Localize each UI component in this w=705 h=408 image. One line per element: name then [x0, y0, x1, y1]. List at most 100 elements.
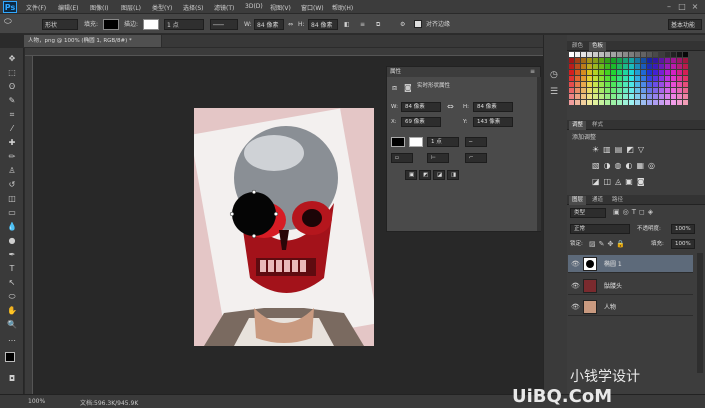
color-swatch[interactable]: [617, 94, 622, 99]
color-swatch[interactable]: [605, 82, 610, 87]
color-swatch[interactable]: [617, 100, 622, 105]
stamp-tool-icon[interactable]: ♙: [6, 166, 18, 176]
color-swatch[interactable]: [623, 70, 628, 75]
color-swatch[interactable]: [683, 100, 688, 105]
color-swatch[interactable]: [569, 64, 574, 69]
color-swatch[interactable]: [635, 58, 640, 63]
color-swatch[interactable]: [677, 82, 682, 87]
color-swatch[interactable]: [617, 52, 622, 57]
color-swatch[interactable]: [653, 52, 658, 57]
color-swatch[interactable]: [587, 58, 592, 63]
mask-properties-icon[interactable]: ◙: [404, 83, 412, 92]
adjustment-icons-row-2[interactable]: ▧◑◍◐▦◎: [592, 161, 659, 170]
color-swatch[interactable]: [677, 88, 682, 93]
more-tools-icon[interactable]: …: [6, 334, 18, 344]
color-swatch[interactable]: [623, 64, 628, 69]
crop-tool-icon[interactable]: ⌗: [6, 110, 18, 120]
color-swatch[interactable]: [629, 94, 634, 99]
tab-color[interactable]: 颜色: [569, 42, 586, 51]
visibility-eye-icon[interactable]: 👁: [571, 303, 580, 311]
color-swatch[interactable]: [677, 70, 682, 75]
color-swatch[interactable]: [683, 58, 688, 63]
color-swatch[interactable]: [587, 82, 592, 87]
color-swatch[interactable]: [575, 82, 580, 87]
workspace-select[interactable]: 基本功能: [668, 19, 702, 30]
color-swatch[interactable]: [641, 88, 646, 93]
color-swatch[interactable]: [629, 100, 634, 105]
color-swatch[interactable]: [641, 76, 646, 81]
color-swatch[interactable]: [629, 76, 634, 81]
color-swatch[interactable]: [665, 58, 670, 63]
props-fill-swatch[interactable]: [391, 137, 405, 147]
color-swatch[interactable]: [581, 52, 586, 57]
color-swatch[interactable]: [617, 82, 622, 87]
color-swatch[interactable]: [575, 58, 580, 63]
color-swatch[interactable]: [629, 64, 634, 69]
color-swatch[interactable]: [629, 52, 634, 57]
color-swatch[interactable]: [569, 52, 574, 57]
color-swatch[interactable]: [569, 82, 574, 87]
color-swatch[interactable]: [617, 76, 622, 81]
color-swatch[interactable]: [593, 88, 598, 93]
props-height-field[interactable]: 84 像素: [473, 102, 513, 112]
color-swatch[interactable]: [575, 100, 580, 105]
color-swatch[interactable]: [635, 70, 640, 75]
color-swatch[interactable]: [635, 100, 640, 105]
color-swatch[interactable]: [575, 70, 580, 75]
color-swatch[interactable]: [581, 94, 586, 99]
adjustment-icons-row-3[interactable]: ◪◫◬▣◙: [592, 177, 649, 186]
color-swatch[interactable]: [677, 64, 682, 69]
color-swatch[interactable]: [599, 100, 604, 105]
properties-panel-icon[interactable]: ☰: [550, 87, 558, 97]
color-swatch[interactable]: [593, 70, 598, 75]
color-swatch[interactable]: [593, 94, 598, 99]
lock-icons[interactable]: ▨✎✥🔒: [589, 240, 628, 248]
color-swatch[interactable]: [623, 82, 628, 87]
eyedropper-tool-icon[interactable]: ⁄: [6, 124, 18, 134]
color-swatch[interactable]: [605, 94, 610, 99]
props-align-select[interactable]: ▫: [391, 153, 413, 163]
color-swatch[interactable]: [569, 94, 574, 99]
menu-help[interactable]: 帮助(H): [332, 3, 353, 12]
layer-row[interactable]: 👁 骷髅头: [568, 277, 693, 295]
color-swatch[interactable]: [575, 76, 580, 81]
color-swatch[interactable]: [611, 64, 616, 69]
history-panel-icon[interactable]: ◷: [550, 70, 558, 80]
color-swatch[interactable]: [605, 88, 610, 93]
color-swatch[interactable]: [617, 70, 622, 75]
color-swatch[interactable]: [665, 88, 670, 93]
lasso-tool-icon[interactable]: ʘ: [6, 82, 18, 92]
blend-mode-select[interactable]: 正常: [570, 224, 630, 234]
props-y-field[interactable]: 143 像素: [473, 117, 513, 127]
color-swatch[interactable]: [659, 82, 664, 87]
color-swatch[interactable]: [677, 76, 682, 81]
color-swatch[interactable]: [683, 94, 688, 99]
color-swatch[interactable]: [587, 70, 592, 75]
color-swatch[interactable]: [629, 82, 634, 87]
color-swatch[interactable]: [653, 88, 658, 93]
tab-layers[interactable]: 图层: [569, 196, 587, 205]
path-op-combine-icon[interactable]: ▣: [405, 170, 417, 180]
props-width-field[interactable]: 84 像素: [401, 102, 441, 112]
color-swatch[interactable]: [665, 70, 670, 75]
color-swatch[interactable]: [659, 94, 664, 99]
fill-field[interactable]: 100%: [671, 239, 695, 249]
color-swatch[interactable]: [659, 58, 664, 63]
props-stroke-swatch[interactable]: [409, 137, 423, 147]
menu-file[interactable]: 文件(F): [26, 3, 46, 12]
panel-menu-icon[interactable]: ≡: [530, 68, 535, 75]
align-edges-checkbox[interactable]: [414, 20, 422, 28]
move-tool-icon[interactable]: ✥: [6, 54, 18, 64]
close-icon[interactable]: ×: [690, 2, 700, 11]
color-swatch[interactable]: [647, 52, 652, 57]
menu-type[interactable]: 类型(Y): [152, 3, 172, 12]
color-swatch[interactable]: [653, 58, 658, 63]
color-swatch[interactable]: [653, 76, 658, 81]
props-stroke-type[interactable]: ─: [465, 137, 487, 147]
props-x-field[interactable]: 69 像素: [401, 117, 441, 127]
color-swatch[interactable]: [593, 76, 598, 81]
path-arrange-icon[interactable]: ⧉: [376, 19, 380, 30]
zoom-level[interactable]: 100%: [28, 398, 45, 405]
color-swatch[interactable]: [647, 58, 652, 63]
color-swatch[interactable]: [575, 52, 580, 57]
